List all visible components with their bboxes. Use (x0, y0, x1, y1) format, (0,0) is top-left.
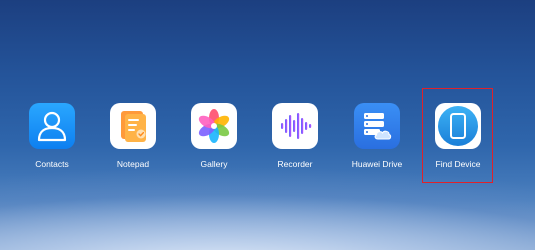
app-label-recorder: Recorder (277, 159, 313, 169)
recorder-icon (272, 103, 318, 149)
contacts-icon (29, 103, 75, 149)
app-recorder[interactable]: Recorder (258, 103, 332, 173)
find-device-icon (435, 103, 481, 149)
app-label-huawei-drive: Huawei Drive (351, 159, 403, 169)
app-huawei-drive[interactable]: Huawei Drive (340, 103, 414, 173)
app-notepad[interactable]: Notepad (96, 103, 170, 173)
cloud-drive-icon (354, 103, 400, 149)
app-grid: Contacts Notepad Gallery Recorder Huawei… (0, 103, 535, 173)
app-gallery[interactable]: Gallery (177, 103, 251, 173)
app-label-gallery: Gallery (200, 159, 228, 169)
gallery-icon (191, 103, 237, 149)
app-contacts[interactable]: Contacts (15, 103, 89, 173)
app-label-notepad: Notepad (116, 159, 150, 169)
notepad-icon (110, 103, 156, 149)
app-label-find-device: Find Device (435, 159, 481, 169)
app-find-device[interactable]: Find Device (421, 103, 495, 173)
app-label-contacts: Contacts (35, 159, 69, 169)
